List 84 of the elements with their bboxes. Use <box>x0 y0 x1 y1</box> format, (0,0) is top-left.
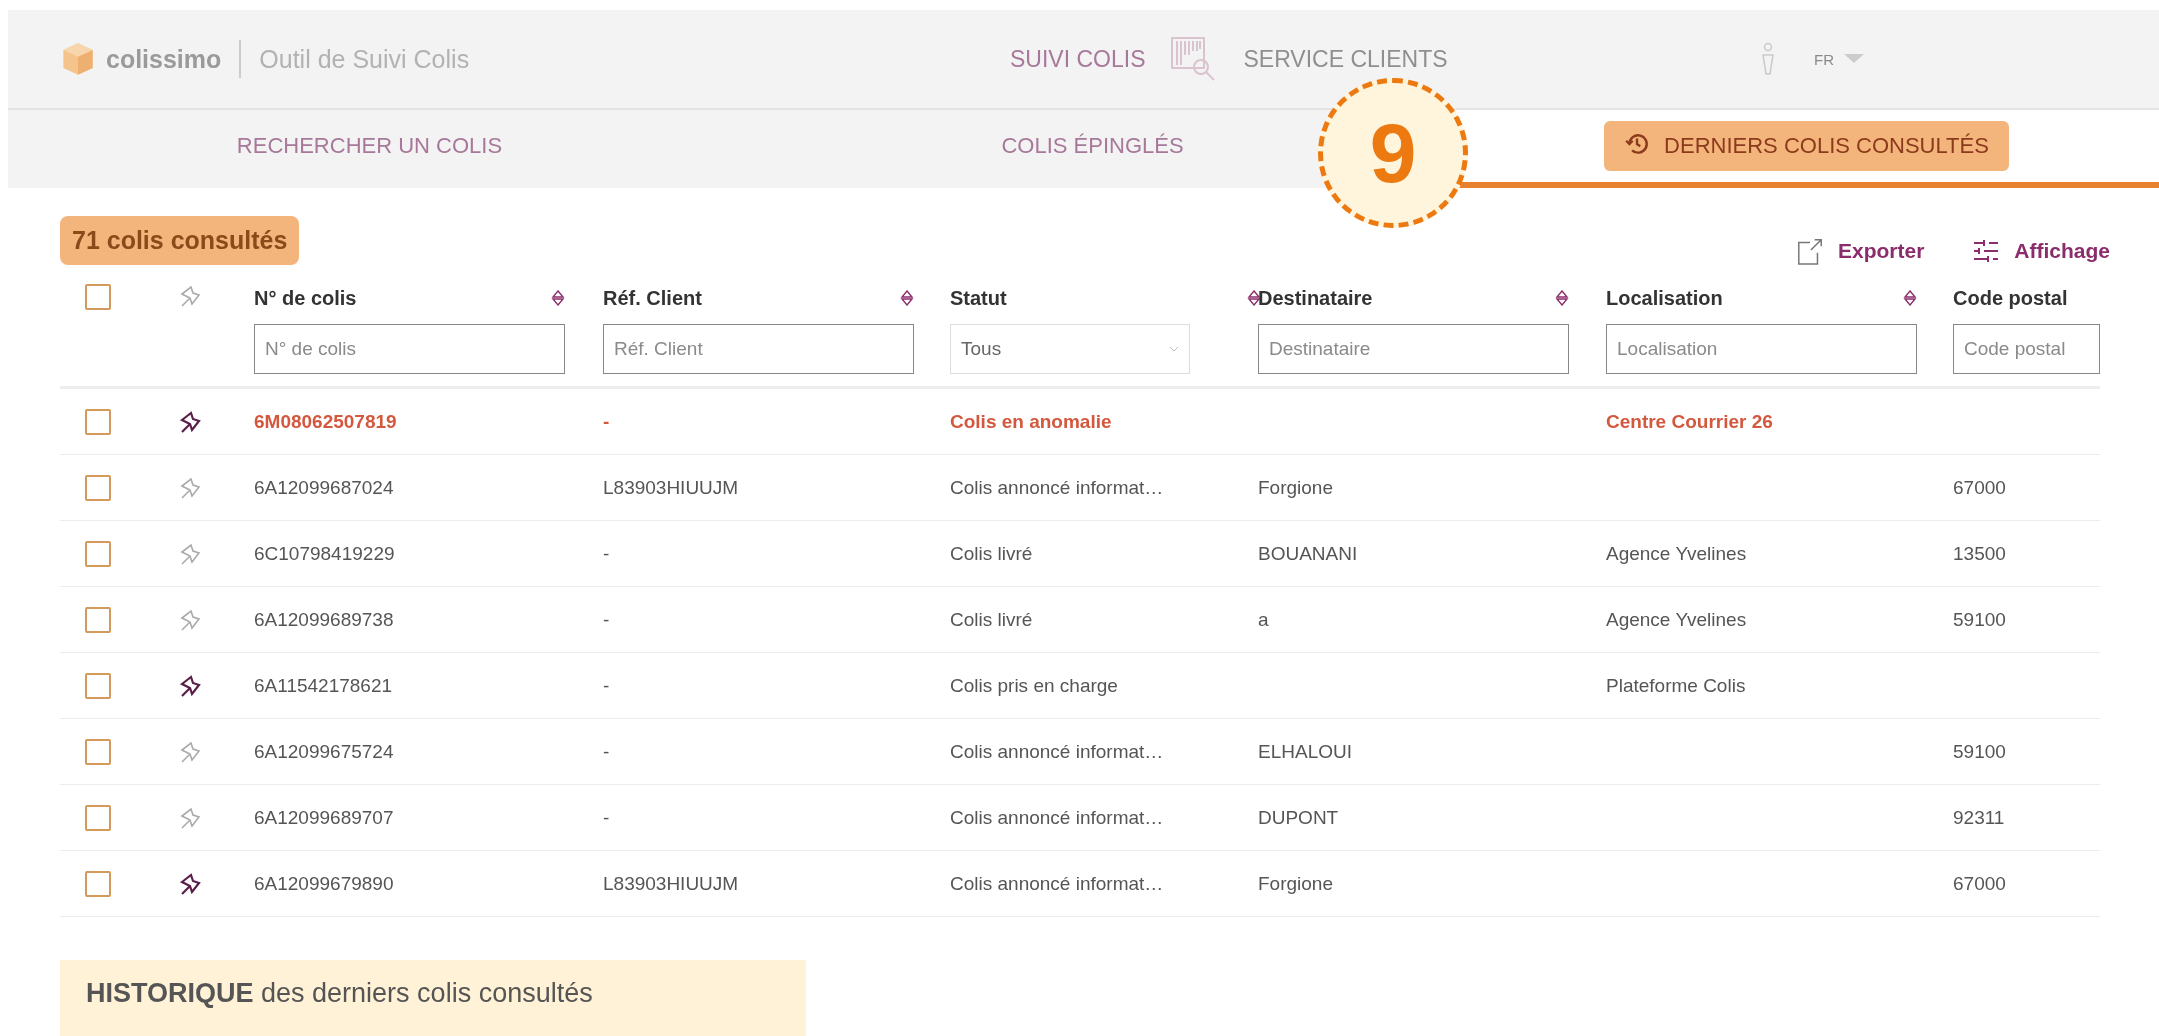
sort-icon[interactable] <box>1903 290 1917 306</box>
table-cell: 92311 <box>1953 806 2005 828</box>
table-cell: 6M08062507819 <box>254 410 397 432</box>
pin-icon[interactable] <box>178 673 202 698</box>
user-icon[interactable] <box>1760 42 1776 76</box>
table-cell: 6A12099689707 <box>254 806 394 828</box>
filter-field[interactable]: Code postal <box>1953 324 2100 374</box>
column-header[interactable]: Statut <box>950 286 1007 310</box>
table-cell: Agence Yvelines <box>1606 608 1747 630</box>
table-cell: a <box>1258 608 1269 630</box>
table-cell: 67000 <box>1953 872 2006 894</box>
count-label: 71 colis consultés <box>60 215 300 265</box>
column-header[interactable]: Code postal <box>1953 286 2068 310</box>
table-cell: 6A11542178621 <box>254 674 393 696</box>
action-button[interactable]: Exporter <box>1791 233 1929 269</box>
column-header[interactable]: Destinataire <box>1258 286 1373 310</box>
table-cell: 6A12099687024 <box>254 476 394 498</box>
row-checkbox[interactable] <box>85 738 111 765</box>
tab[interactable]: DERNIERS COLIS CONSULTÉS <box>1604 121 2009 171</box>
table-cell: 6A12099675724 <box>254 740 394 762</box>
table-cell: 13500 <box>1953 542 2006 564</box>
row-checkbox[interactable] <box>85 606 111 633</box>
status-select[interactable]: Tous <box>950 324 1190 374</box>
table-cell: - <box>603 674 610 696</box>
table-cell: 59100 <box>1953 740 2006 762</box>
row-checkbox[interactable] <box>85 474 111 501</box>
table-cell: BOUANANI <box>1258 542 1358 564</box>
table-cell: L83903HIUUJM <box>603 476 739 498</box>
table-cell: Colis livré <box>950 542 1033 564</box>
caret-icon[interactable] <box>1844 54 1864 64</box>
table-cell: Forgione <box>1258 872 1333 894</box>
table-cell: - <box>603 806 610 828</box>
sort-icon[interactable] <box>551 290 565 306</box>
table-cell: Colis annoncé informat… <box>950 872 1164 894</box>
table-cell: Centre Courrier 26 <box>1606 410 1773 432</box>
row-checkbox[interactable] <box>85 408 111 435</box>
filter-field[interactable]: Réf. Client <box>603 324 914 374</box>
table-cell: - <box>603 740 610 762</box>
sliders-icon <box>1972 237 2001 265</box>
table-cell: Colis annoncé informat… <box>950 806 1164 828</box>
table-cell: 6A12099689738 <box>254 608 394 630</box>
column-header[interactable]: Réf. Client <box>603 286 702 310</box>
table-cell: Colis annoncé informat… <box>950 476 1164 498</box>
action-button[interactable]: Affichage <box>1968 233 2114 269</box>
table-cell: Forgione <box>1258 476 1333 498</box>
pin-icon <box>178 284 202 308</box>
column-header[interactable]: N° de colis <box>254 286 357 310</box>
brand-name: colissimo <box>106 44 222 74</box>
sort-icon[interactable] <box>1555 290 1569 306</box>
app-title: Outil de Suivi Colis <box>259 44 470 74</box>
table-cell: Colis livré <box>950 608 1033 630</box>
table-cell: 67000 <box>1953 476 2006 498</box>
table-cell: Colis en anomalie <box>950 410 1112 432</box>
table-cell: 6C10798419229 <box>254 542 395 564</box>
table-cell: Plateforme Colis <box>1606 674 1746 696</box>
table-cell: Colis pris en charge <box>950 674 1118 696</box>
table-cell: 59100 <box>1953 608 2006 630</box>
table-cell: Agence Yvelines <box>1606 542 1747 564</box>
row-checkbox[interactable] <box>85 540 111 567</box>
pin-icon[interactable] <box>178 871 202 896</box>
row-checkbox[interactable] <box>85 672 111 699</box>
package-logo-icon <box>60 41 96 77</box>
table-cell: - <box>603 542 610 564</box>
table-cell: ELHALOUI <box>1258 740 1352 762</box>
sort-icon[interactable] <box>900 290 914 306</box>
caption-banner: HISTORIQUE des derniers colis consultés <box>60 960 806 1036</box>
filter-field[interactable]: Localisation <box>1606 324 1917 374</box>
table-cell: DUPONT <box>1258 806 1339 828</box>
row-checkbox[interactable] <box>85 870 111 897</box>
table-cell: L83903HIUUJM <box>603 872 739 894</box>
export-icon <box>1795 237 1824 265</box>
table-cell: 6A12099679890 <box>254 872 394 894</box>
pin-icon[interactable] <box>178 409 202 434</box>
history-icon <box>1624 131 1651 157</box>
row-checkbox[interactable] <box>85 804 111 831</box>
table-cell: - <box>603 410 610 432</box>
chevron-down-icon <box>1169 346 1179 352</box>
filter-field[interactable]: Destinataire <box>1258 324 1569 374</box>
select-all-checkbox[interactable] <box>85 284 111 310</box>
table-cell: - <box>603 608 610 630</box>
column-header[interactable]: Localisation <box>1606 286 1723 310</box>
sort-icon[interactable] <box>1247 290 1261 306</box>
table-cell: Colis annoncé informat… <box>950 740 1164 762</box>
filter-field[interactable]: N° de colis <box>254 324 565 374</box>
